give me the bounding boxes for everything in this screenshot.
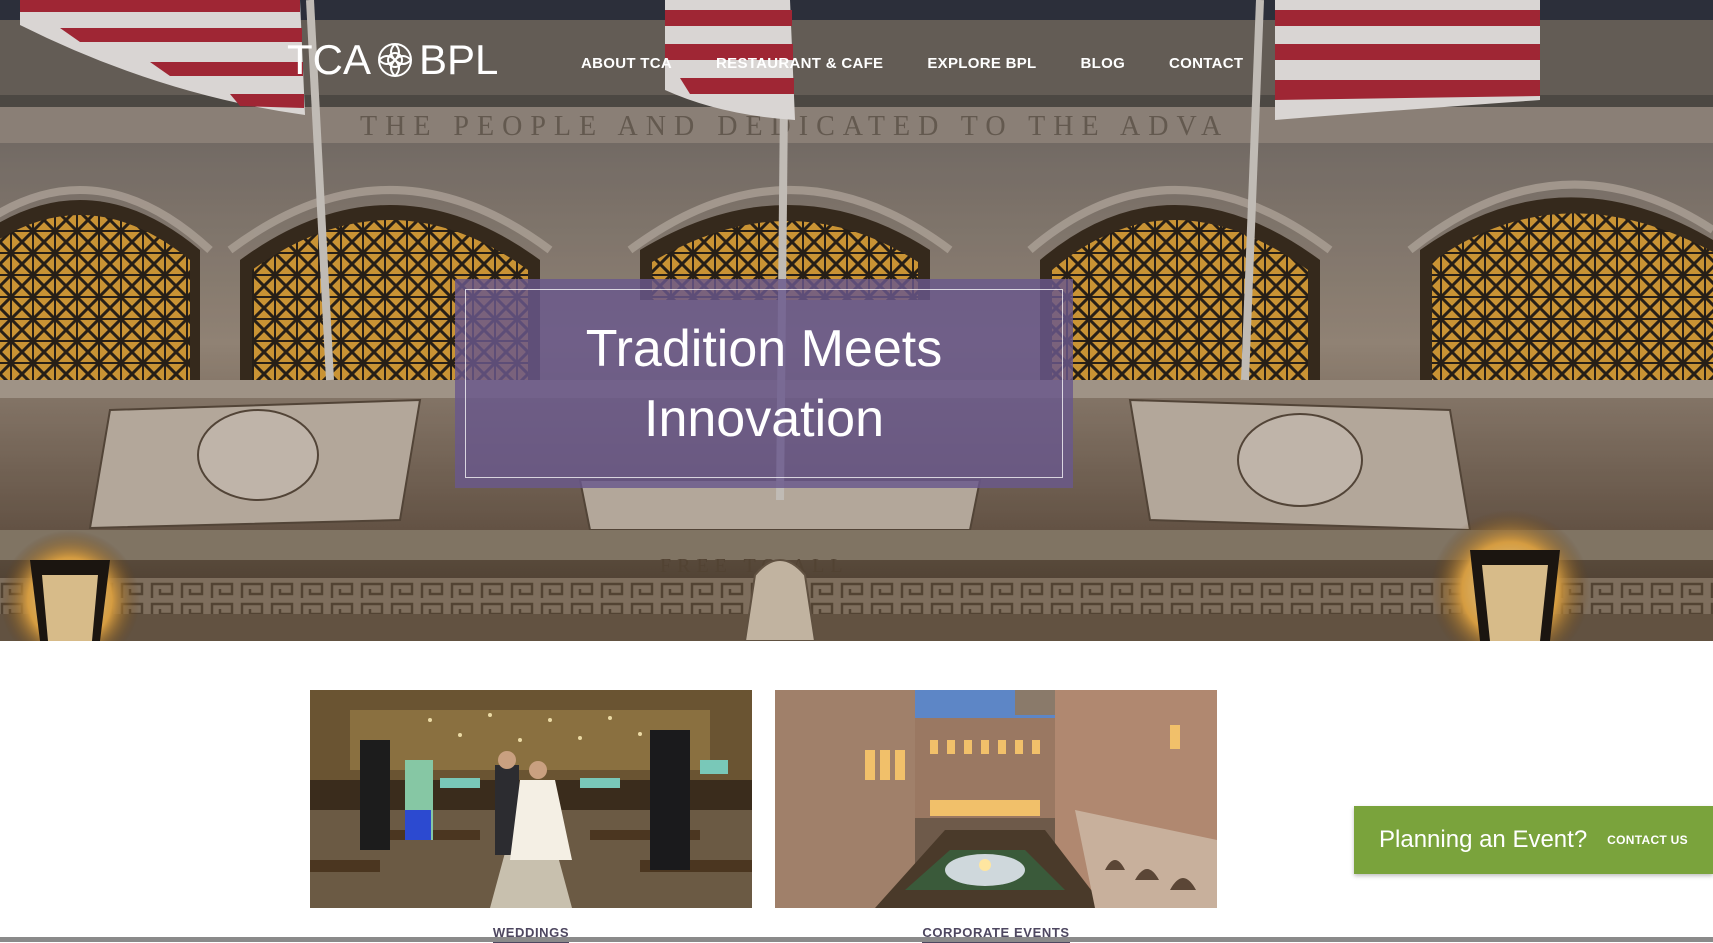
banner-frame: Tradition Meets Innovation bbox=[465, 289, 1063, 478]
main-nav: ABOUT TCA RESTAURANT & CAFE EXPLORE BPL … bbox=[581, 55, 1243, 72]
weddings-card[interactable] bbox=[310, 690, 752, 908]
contact-us-link[interactable]: CONTACT US bbox=[1607, 833, 1688, 847]
rose-emblem-icon bbox=[378, 43, 412, 77]
planning-event-cta[interactable]: Planning an Event? CONTACT US bbox=[1354, 806, 1713, 874]
hero-section: THE PEOPLE AND DEDICATED TO THE ADVA FRE… bbox=[0, 0, 1713, 641]
logo-text-tca: TCA bbox=[287, 36, 371, 83]
site-logo[interactable]: TCA BPL bbox=[287, 36, 499, 83]
corporate-events-card[interactable] bbox=[775, 690, 1217, 908]
nav-about-tca[interactable]: ABOUT TCA bbox=[581, 55, 672, 72]
banner-title: Tradition Meets Innovation bbox=[585, 319, 943, 448]
nav-restaurant-cafe[interactable]: RESTAURANT & CAFE bbox=[716, 55, 883, 72]
nav-explore-bpl[interactable]: EXPLORE BPL bbox=[927, 55, 1036, 72]
hero-banner: Tradition Meets Innovation bbox=[455, 279, 1073, 488]
wedding-photo bbox=[310, 690, 752, 908]
cta-text: Planning an Event? bbox=[1379, 826, 1588, 853]
courtyard-photo bbox=[775, 690, 1217, 908]
bottom-tab-strip bbox=[0, 937, 1713, 942]
logo-text-bpl: BPL bbox=[419, 36, 499, 83]
nav-contact[interactable]: CONTACT bbox=[1169, 55, 1243, 72]
nav-blog[interactable]: BLOG bbox=[1081, 55, 1126, 72]
